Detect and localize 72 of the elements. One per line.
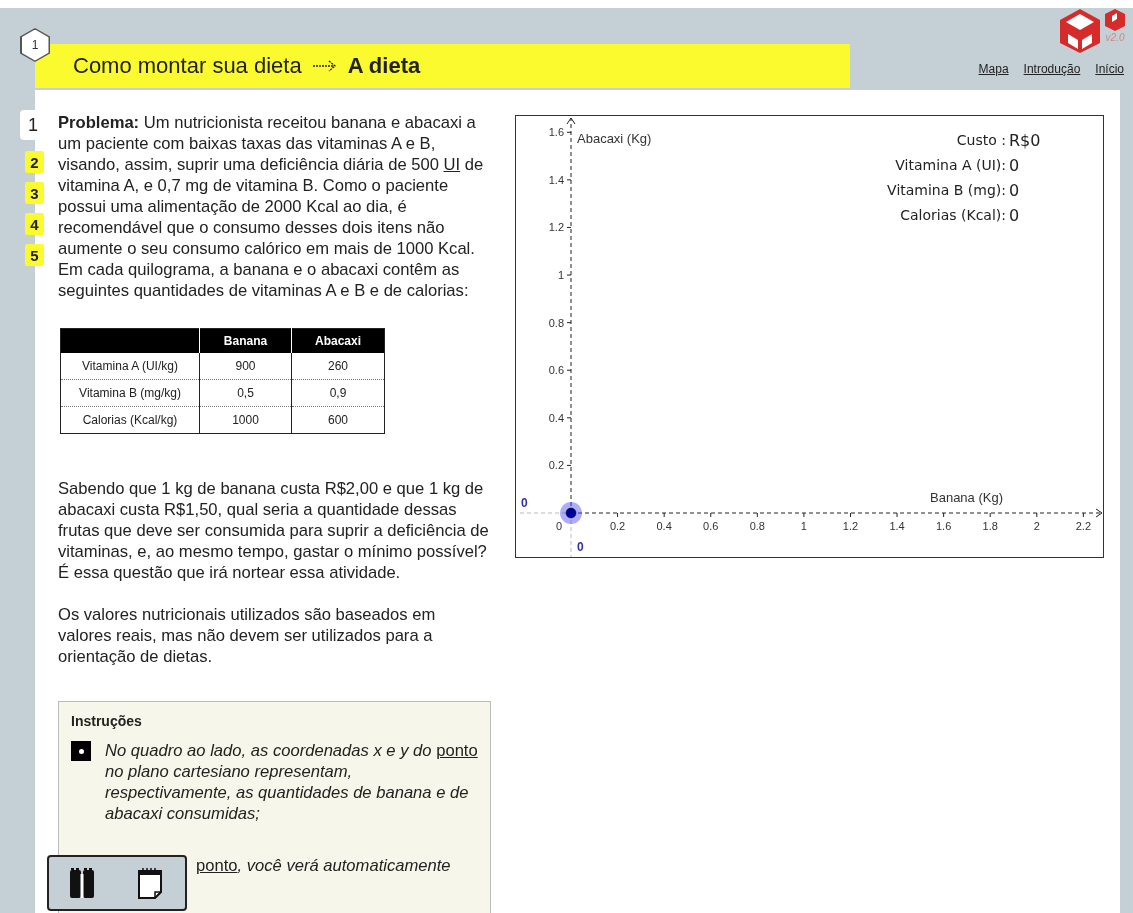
- glossary-link[interactable]: ponto: [436, 741, 478, 760]
- column-header: Abacaxi: [291, 328, 385, 353]
- axis-title: Banana (Kg): [930, 490, 1003, 505]
- instruction-text: No quadro ao lado, as coordenadas x e y do ponto no plano cartesiano representam, respectivamente, as quantidades de banana e de abacaxi consumidas;: [105, 740, 478, 824]
- point-dot[interactable]: [565, 507, 577, 519]
- column-header: Banana: [199, 328, 292, 353]
- readout-value: R$0: [1008, 130, 1041, 151]
- notepad-icon[interactable]: [136, 866, 164, 900]
- version-label: v2.0: [1105, 32, 1125, 43]
- point-halo[interactable]: [560, 502, 582, 524]
- readout-label: Calorias (Kcal):: [899, 206, 1006, 225]
- tick-label: 2: [1033, 520, 1040, 532]
- tick-label: 1.2: [842, 520, 859, 532]
- table-cell: 900: [199, 353, 292, 380]
- cube-logo-icon: [1059, 8, 1101, 54]
- tick-label: 0.4: [656, 520, 672, 532]
- tick-label: 0.8: [749, 520, 765, 532]
- step-tab[interactable]: 2: [25, 151, 44, 173]
- instructions-title: Instruções: [71, 712, 143, 731]
- table-cell: 0,5: [199, 379, 292, 407]
- tick-label: 0.2: [548, 459, 564, 472]
- glossary-link[interactable]: ponto: [196, 856, 238, 875]
- table-cell: 1000: [199, 406, 292, 434]
- tick-label: 0.6: [703, 520, 719, 532]
- tick-label: 0.6: [548, 364, 564, 377]
- coordinate-label: 0: [521, 496, 528, 510]
- cube-logo-icon: [1104, 8, 1126, 32]
- readout-label: Vitamina A (UI):: [894, 156, 1006, 175]
- step-badge: 1: [20, 28, 50, 62]
- readout-label: Vitamina B (mg):: [886, 181, 1006, 200]
- tick-label: 1.6: [936, 520, 952, 532]
- table-cell: 260: [291, 353, 385, 380]
- readout-value: 0: [1008, 205, 1021, 226]
- row-header: Calorias (Kcal/kg): [60, 406, 200, 434]
- row-header: Vitamina B (mg/kg): [60, 379, 200, 407]
- tick-label: 1.4: [889, 520, 905, 532]
- nav-link[interactable]: Mapa: [978, 62, 1009, 76]
- coordinate-label: 0: [577, 540, 584, 554]
- step-tab[interactable]: 3: [25, 182, 44, 204]
- table-cell: 600: [291, 406, 385, 434]
- nav-link[interactable]: Introdução: [1023, 62, 1081, 76]
- axis-title: Abacaxi (Kg): [577, 131, 652, 146]
- paragraph: Os valores nutricionais utilizados são baseados em valores reais, mas não devem ser utilizados para a orientação de dietas.: [58, 604, 437, 667]
- tick-label: 0.8: [548, 316, 564, 329]
- problem-text: Problema: Um nutricionista receitou banana e abacaxi a um paciente com baixas taxas das vitaminas A e B, visando, assim, suprir uma deficiência diária de 500 UI de vitamina A, e 0,7 mg de vitamina B. Como o paciente possui uma alimentação de 2000 Kcal ao dia, é recomendável que o consumo desses dois itens não aumente o seu consumo calórico em mais de 1000 Kcal. Em cada quilograma, a banana e o abacaxi contêm as seguintes quantidades de vitaminas A e B e de calorias:: [58, 112, 485, 301]
- course-title: Como montar sua dieta: [73, 53, 302, 79]
- graph-panel[interactable]: 0.2 0.4 0.6 0.8 1 1.2 1.4 1.6 1.8 2 2.2 0.2 0.4 0.6 0.8 1 1.2 1.4 1.6 0 Banana (Kg) Abacaxi (Kg) 0 0 Custo : R$0 Vitamina A (UI): 0 Vitamina B (mg): 0 Calorias (Kcal): 0: [515, 115, 1104, 558]
- arrow-icon: [311, 59, 338, 73]
- table-cell: 0,9: [291, 379, 385, 407]
- tick-label: 0.2: [609, 520, 626, 532]
- tick-label: 1.8: [982, 520, 998, 532]
- page-title: A dieta: [347, 53, 421, 79]
- tick-label: 0.4: [548, 411, 564, 424]
- readout-label: Custo :: [955, 131, 1006, 150]
- paragraph: Sabendo que 1 kg de banana custa R$2,00 e que 1 kg de abacaxi custa R$1,50, qual seria a quantidade dessas frutas que deve ser consumida para suprir a deficiência de vitaminas, e, ao mesmo tempo, gastar o mínimo possível? É essa questão que irá nortear essa atividade.: [58, 478, 490, 583]
- nav-link[interactable]: Início: [1095, 62, 1124, 76]
- tick-label: 1.2: [548, 221, 564, 234]
- tick-label: 1: [800, 520, 807, 532]
- tick-label: 1.4: [548, 173, 564, 186]
- row-header: Vitamina A (UI/kg): [60, 353, 200, 380]
- readout-value: 0: [1008, 180, 1021, 201]
- books-icon[interactable]: [68, 866, 96, 900]
- step-tab[interactable]: 5: [25, 244, 44, 266]
- tick-label: 2.2: [1075, 520, 1091, 532]
- origin-label: 0: [555, 520, 563, 532]
- instruction-text: ponto, você verá automaticamente: [196, 855, 451, 876]
- glossary-link[interactable]: UI: [443, 155, 461, 174]
- step-tab[interactable]: 4: [25, 213, 44, 235]
- tick-label: 1: [557, 269, 564, 282]
- readout-value: 0: [1008, 155, 1021, 176]
- bullet-icon: [71, 741, 91, 761]
- tick-label: 1.6: [548, 126, 564, 139]
